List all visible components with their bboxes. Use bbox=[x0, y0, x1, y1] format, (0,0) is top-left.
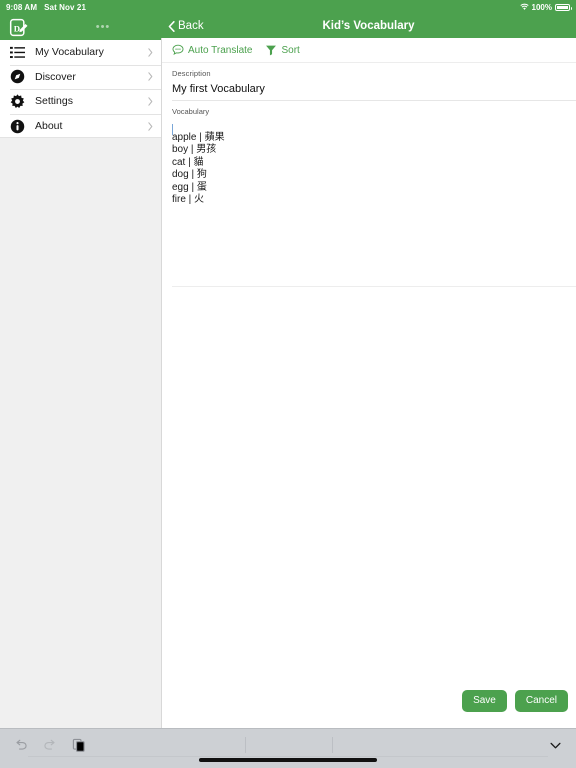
sidebar-item-my-vocabulary[interactable]: My Vocabulary bbox=[0, 40, 161, 65]
detail-pane: Auto Translate Sort Description My first… bbox=[161, 38, 576, 728]
info-icon bbox=[10, 119, 25, 133]
undo-icon[interactable] bbox=[14, 738, 28, 752]
sidebar: My Vocabulary Discover Settings About bbox=[0, 40, 161, 728]
funnel-icon bbox=[266, 45, 277, 56]
accessory-hairline bbox=[28, 756, 548, 757]
vocabulary-line: egg | 蛋 bbox=[172, 181, 207, 193]
description-field-group: Description My first Vocabulary bbox=[162, 63, 576, 101]
list-icon bbox=[10, 46, 25, 58]
sidebar-item-label: Settings bbox=[35, 95, 73, 108]
page-title: Kid’s Vocabulary bbox=[322, 20, 415, 32]
sidebar-item-discover[interactable]: Discover bbox=[0, 64, 161, 90]
paste-icon[interactable] bbox=[72, 738, 86, 752]
status-bar-left: 9:08 AM Sat Nov 21 bbox=[6, 3, 86, 12]
battery-full-icon bbox=[555, 3, 572, 11]
vocabulary-label: Vocabulary bbox=[172, 107, 210, 116]
speech-bubble-icon bbox=[172, 44, 184, 56]
redo-icon[interactable] bbox=[43, 738, 57, 752]
sidebar-menu: My Vocabulary Discover Settings About bbox=[0, 40, 161, 139]
chevron-right-icon bbox=[148, 97, 153, 106]
chevron-left-icon bbox=[168, 20, 175, 32]
compass-icon bbox=[10, 70, 25, 84]
section-divider bbox=[172, 286, 576, 287]
text-caret bbox=[172, 124, 173, 135]
save-button[interactable]: Save bbox=[462, 690, 507, 712]
vocabulary-textarea[interactable]: apple | 蘋果 boy | 男孩 cat | 貓 dog | 狗 egg … bbox=[162, 116, 576, 206]
app-logo-icon: D bbox=[9, 18, 28, 36]
chevron-right-icon bbox=[148, 48, 153, 57]
battery-percent: 100% bbox=[531, 2, 552, 12]
accessory-separator bbox=[332, 737, 333, 753]
status-bar: 9:08 AM Sat Nov 21 100% bbox=[0, 0, 576, 14]
status-time: 9:08 AM bbox=[6, 2, 38, 12]
vocabulary-line: cat | 貓 bbox=[172, 156, 204, 168]
auto-translate-label: Auto Translate bbox=[188, 44, 253, 56]
detail-toolbar: Auto Translate Sort bbox=[162, 38, 576, 63]
vocabulary-line: apple | 蘋果 bbox=[172, 132, 225, 143]
back-button[interactable]: Back bbox=[168, 20, 204, 32]
accessory-icon-group bbox=[0, 729, 576, 752]
sidebar-item-about[interactable]: About bbox=[0, 113, 161, 139]
keyboard-accessory-bar bbox=[0, 728, 576, 768]
sidebar-item-label: Discover bbox=[35, 70, 76, 83]
chevron-right-icon bbox=[148, 72, 153, 82]
action-buttons: Save Cancel bbox=[462, 690, 568, 712]
gear-icon bbox=[10, 94, 25, 108]
sidebar-item-label: My Vocabulary bbox=[35, 46, 104, 59]
chevron-down-icon[interactable] bbox=[549, 739, 562, 752]
auto-translate-button[interactable]: Auto Translate bbox=[172, 44, 252, 56]
sort-label: Sort bbox=[281, 44, 300, 56]
wifi-icon bbox=[519, 3, 529, 10]
home-indicator[interactable] bbox=[199, 758, 377, 762]
sidebar-item-settings[interactable]: Settings bbox=[0, 89, 161, 114]
app-screen: 9:08 AM Sat Nov 21 100% D ••• Kid’s Voca… bbox=[0, 0, 576, 768]
vocabulary-line: dog | 狗 bbox=[172, 169, 207, 181]
status-bar-right: 100% bbox=[519, 2, 572, 12]
sort-button[interactable]: Sort bbox=[265, 44, 300, 56]
description-input[interactable]: My first Vocabulary bbox=[172, 78, 576, 101]
nav-bar: Kid’s Vocabulary Back bbox=[161, 14, 576, 38]
sidebar-header: D bbox=[0, 14, 161, 40]
accessory-separator bbox=[245, 737, 246, 753]
overflow-menu-button[interactable]: ••• bbox=[92, 20, 114, 34]
back-button-label: Back bbox=[178, 20, 204, 32]
sidebar-item-label: About bbox=[35, 120, 63, 133]
chevron-right-icon bbox=[148, 121, 153, 131]
cancel-button[interactable]: Cancel bbox=[514, 690, 568, 712]
description-label: Description bbox=[172, 69, 211, 78]
svg-text:D: D bbox=[14, 23, 20, 33]
vocabulary-line: boy | 男孩 bbox=[172, 144, 217, 156]
vocabulary-line: fire | 火 bbox=[172, 194, 205, 206]
status-date: Sat Nov 21 bbox=[44, 2, 86, 12]
